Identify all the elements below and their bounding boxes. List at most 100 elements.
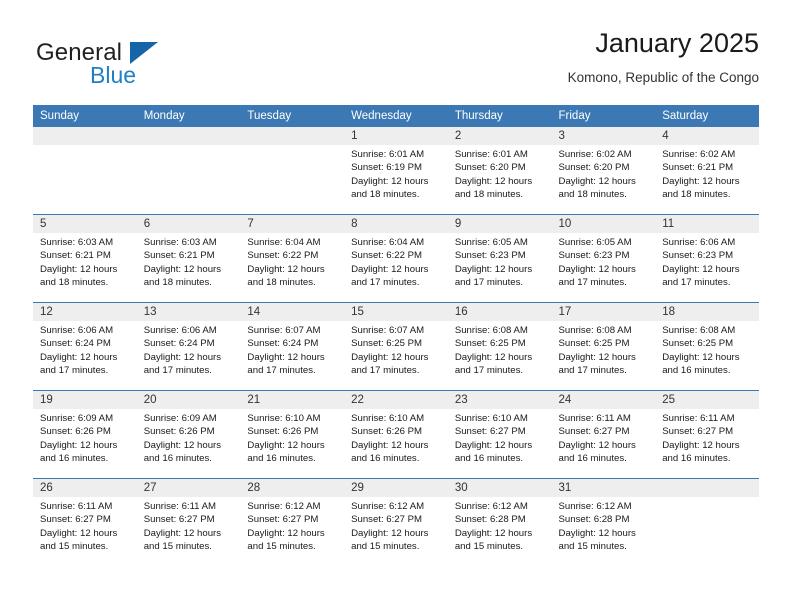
daylight-text-line1: Daylight: 12 hours xyxy=(454,527,533,539)
day-cell[interactable]: Sunrise: 6:12 AM Sunset: 6:28 PM Daylight:… xyxy=(551,497,656,566)
day-number[interactable]: 9 xyxy=(447,215,552,233)
day-cell[interactable]: Sunrise: 6:12 AM Sunset: 6:27 PM Daylight:… xyxy=(344,497,448,566)
daylight-text-line1: Daylight: 12 hours xyxy=(40,439,118,451)
day-number-empty xyxy=(240,127,345,145)
day-cell[interactable]: Sunrise: 6:10 AM Sunset: 6:26 PM Daylight:… xyxy=(344,409,448,478)
calendar-page: General Blue January 2025 Komono, Republ… xyxy=(0,0,792,612)
daylight-text-line1: Daylight: 12 hours xyxy=(454,439,533,451)
day-number[interactable]: 5 xyxy=(33,215,137,233)
brand-logo[interactable]: General Blue xyxy=(33,26,293,88)
day-cell[interactable]: Sunrise: 6:02 AM Sunset: 6:21 PM Daylight:… xyxy=(655,145,759,214)
sunrise-text: Sunrise: 6:11 AM xyxy=(143,501,217,512)
day-number[interactable]: 28 xyxy=(240,479,345,497)
daylight-text-line1: Daylight: 12 hours xyxy=(247,351,325,363)
day-number[interactable]: 27 xyxy=(136,479,241,497)
day-cell[interactable]: Sunrise: 6:06 AM Sunset: 6:24 PM Daylight:… xyxy=(136,321,241,390)
day-cell[interactable]: Sunrise: 6:08 AM Sunset: 6:25 PM Daylight:… xyxy=(551,321,656,390)
day-number[interactable]: 30 xyxy=(447,479,552,497)
day-number[interactable]: 20 xyxy=(136,391,241,409)
day-cell[interactable]: Sunrise: 6:11 AM Sunset: 6:27 PM Daylight:… xyxy=(33,497,137,566)
sunrise-text: Sunrise: 6:10 AM xyxy=(351,413,425,424)
day-number[interactable]: 6 xyxy=(136,215,241,233)
day-number[interactable]: 18 xyxy=(655,303,759,321)
day-cell[interactable]: Sunrise: 6:12 AM Sunset: 6:27 PM Daylight:… xyxy=(240,497,345,566)
day-cell[interactable]: Sunrise: 6:06 AM Sunset: 6:23 PM Daylight:… xyxy=(655,233,759,302)
sunrise-text: Sunrise: 6:11 AM xyxy=(558,413,631,424)
weekday-header-saturday: Saturday xyxy=(655,105,759,127)
day-number[interactable]: 29 xyxy=(344,479,448,497)
sunset-text: Sunset: 6:21 PM xyxy=(662,162,734,174)
day-number[interactable]: 31 xyxy=(551,479,656,497)
day-cell[interactable]: Sunrise: 6:03 AM Sunset: 6:21 PM Daylight:… xyxy=(136,233,241,302)
daylight-text-line2: and 18 minutes. xyxy=(454,189,524,201)
day-number[interactable]: 8 xyxy=(344,215,448,233)
day-cell[interactable]: Sunrise: 6:07 AM Sunset: 6:25 PM Daylight:… xyxy=(344,321,448,390)
daylight-text-line1: Daylight: 12 hours xyxy=(454,175,533,187)
daylight-text-line2: and 15 minutes. xyxy=(351,541,420,553)
day-cell[interactable]: Sunrise: 6:11 AM Sunset: 6:27 PM Daylight:… xyxy=(136,497,241,566)
day-cell-empty xyxy=(33,145,137,214)
daylight-text-line2: and 16 minutes. xyxy=(247,453,316,465)
daylight-text-line2: and 15 minutes. xyxy=(247,541,316,553)
day-cell[interactable]: Sunrise: 6:01 AM Sunset: 6:20 PM Daylight:… xyxy=(447,145,552,214)
sunrise-text: Sunrise: 6:07 AM xyxy=(351,325,425,336)
day-cell[interactable]: Sunrise: 6:09 AM Sunset: 6:26 PM Daylight:… xyxy=(33,409,137,478)
day-cell[interactable]: Sunrise: 6:01 AM Sunset: 6:19 PM Daylight:… xyxy=(344,145,448,214)
sunrise-text: Sunrise: 6:01 AM xyxy=(351,149,425,160)
day-number[interactable]: 16 xyxy=(447,303,552,321)
day-cell[interactable]: Sunrise: 6:05 AM Sunset: 6:23 PM Daylight:… xyxy=(447,233,552,302)
daylight-text-line1: Daylight: 12 hours xyxy=(40,527,118,539)
day-cell[interactable]: Sunrise: 6:10 AM Sunset: 6:26 PM Daylight:… xyxy=(240,409,345,478)
brand-name-blue: Blue xyxy=(90,62,137,88)
sunset-text: Sunset: 6:25 PM xyxy=(662,338,734,350)
sunrise-text: Sunrise: 6:12 AM xyxy=(247,501,321,512)
daylight-text-line1: Daylight: 12 hours xyxy=(40,263,118,275)
sunrise-text: Sunrise: 6:07 AM xyxy=(247,325,321,336)
day-number[interactable]: 11 xyxy=(655,215,759,233)
brand-triangle-icon xyxy=(130,42,158,64)
day-cell[interactable]: Sunrise: 6:02 AM Sunset: 6:20 PM Daylight:… xyxy=(551,145,656,214)
day-number[interactable]: 2 xyxy=(447,127,552,145)
day-number[interactable]: 17 xyxy=(551,303,656,321)
day-cell[interactable]: Sunrise: 6:10 AM Sunset: 6:27 PM Daylight:… xyxy=(447,409,552,478)
day-number[interactable]: 13 xyxy=(136,303,241,321)
day-number[interactable]: 12 xyxy=(33,303,137,321)
day-number[interactable]: 25 xyxy=(655,391,759,409)
day-cell[interactable]: Sunrise: 6:05 AM Sunset: 6:23 PM Daylight:… xyxy=(551,233,656,302)
daylight-text-line1: Daylight: 12 hours xyxy=(558,351,636,363)
day-number[interactable]: 24 xyxy=(551,391,656,409)
day-cell[interactable]: Sunrise: 6:07 AM Sunset: 6:24 PM Daylight:… xyxy=(240,321,345,390)
daylight-text-line1: Daylight: 12 hours xyxy=(662,263,740,275)
sunset-text: Sunset: 6:23 PM xyxy=(454,250,526,262)
day-number[interactable]: 1 xyxy=(344,127,448,145)
daylight-text-line2: and 16 minutes. xyxy=(558,453,627,465)
daylight-text-line1: Daylight: 12 hours xyxy=(662,175,740,187)
sunset-text: Sunset: 6:26 PM xyxy=(143,426,215,438)
day-cell[interactable]: Sunrise: 6:09 AM Sunset: 6:26 PM Daylight:… xyxy=(136,409,241,478)
day-number[interactable]: 7 xyxy=(240,215,345,233)
day-number[interactable]: 21 xyxy=(240,391,345,409)
day-cell[interactable]: Sunrise: 6:04 AM Sunset: 6:22 PM Daylight:… xyxy=(344,233,448,302)
week-daynumber-row: 12 13 14 15 16 17 18 xyxy=(33,303,759,321)
day-number[interactable]: 19 xyxy=(33,391,137,409)
day-number[interactable]: 23 xyxy=(447,391,552,409)
day-cell[interactable]: Sunrise: 6:12 AM Sunset: 6:28 PM Daylight:… xyxy=(447,497,552,566)
day-number[interactable]: 4 xyxy=(655,127,759,145)
day-cell[interactable]: Sunrise: 6:04 AM Sunset: 6:22 PM Daylight:… xyxy=(240,233,345,302)
day-cell[interactable]: Sunrise: 6:06 AM Sunset: 6:24 PM Daylight:… xyxy=(33,321,137,390)
day-cell[interactable]: Sunrise: 6:03 AM Sunset: 6:21 PM Daylight:… xyxy=(33,233,137,302)
day-cell[interactable]: Sunrise: 6:11 AM Sunset: 6:27 PM Daylight:… xyxy=(655,409,759,478)
day-number[interactable]: 10 xyxy=(551,215,656,233)
daylight-text-line2: and 16 minutes. xyxy=(662,365,731,377)
day-cell[interactable]: Sunrise: 6:11 AM Sunset: 6:27 PM Daylight:… xyxy=(551,409,656,478)
daylight-text-line1: Daylight: 12 hours xyxy=(143,439,222,451)
day-cell[interactable]: Sunrise: 6:08 AM Sunset: 6:25 PM Daylight:… xyxy=(655,321,759,390)
day-number[interactable]: 22 xyxy=(344,391,448,409)
day-number[interactable]: 15 xyxy=(344,303,448,321)
day-cell[interactable]: Sunrise: 6:08 AM Sunset: 6:25 PM Daylight:… xyxy=(447,321,552,390)
sunrise-text: Sunrise: 6:02 AM xyxy=(558,149,632,160)
daylight-text-line2: and 17 minutes. xyxy=(454,277,524,289)
day-number[interactable]: 26 xyxy=(33,479,137,497)
day-number[interactable]: 3 xyxy=(551,127,656,145)
day-number[interactable]: 14 xyxy=(240,303,345,321)
